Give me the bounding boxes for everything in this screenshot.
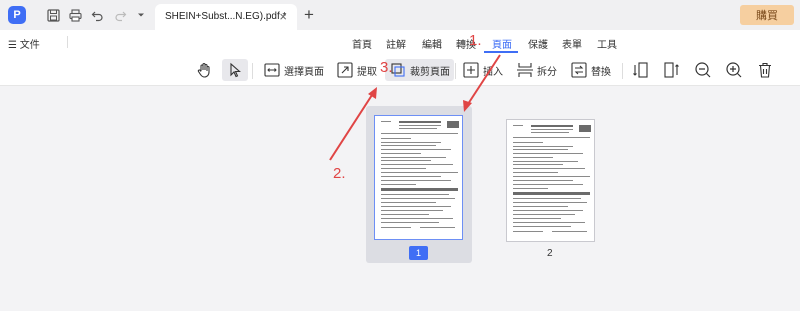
page-card-selected[interactable]: 1 <box>366 106 472 263</box>
tab-title: SHEIN+Subst...N.EG).pdf * <box>165 11 287 22</box>
menu-bar: ☰ 文件 首頁 註解 編輯 轉換 頁面 保護 表單 工具 <box>0 30 800 54</box>
crop-page-label: 裁剪頁面 <box>410 66 450 78</box>
page-card[interactable] <box>506 119 595 243</box>
menu-form[interactable]: 表單 <box>562 36 582 51</box>
hand-icon <box>197 62 210 78</box>
buy-button[interactable]: 購買 <box>740 5 794 25</box>
split-label: 拆分 <box>537 66 557 78</box>
annotation-step-3: 3. <box>380 59 393 76</box>
zoom-in-icon <box>726 62 742 78</box>
cursor-icon <box>230 62 241 78</box>
annotation-step-1: 1. <box>469 32 482 49</box>
page-toolbar: 選擇頁面 提取 裁剪頁面 插入 拆分 替換 <box>0 54 800 86</box>
page-number: 2 <box>547 248 553 259</box>
divider <box>67 36 68 48</box>
select-page-button[interactable]: 選擇頁面 <box>263 59 324 81</box>
select-page-icon <box>264 63 280 77</box>
menu-page[interactable]: 頁面 <box>492 36 512 51</box>
rotate-left-icon <box>633 62 648 78</box>
rotate-right-icon <box>664 62 679 78</box>
rotate-left-button[interactable] <box>632 59 650 81</box>
app-logo: P <box>8 6 26 24</box>
file-menu[interactable]: ☰ 文件 <box>8 36 40 51</box>
redo-icon[interactable] <box>113 8 127 22</box>
undo-icon[interactable] <box>90 8 104 22</box>
split-button[interactable]: 拆分 <box>516 59 557 81</box>
print-icon[interactable] <box>68 8 82 22</box>
page-thumbnail[interactable] <box>506 119 595 242</box>
menu-edit[interactable]: 編輯 <box>422 36 442 51</box>
divider <box>622 63 623 79</box>
extract-button[interactable]: 提取 <box>336 59 377 81</box>
dropdown-icon[interactable] <box>134 8 148 22</box>
insert-label: 插入 <box>483 66 503 78</box>
divider <box>252 63 253 79</box>
menu-home[interactable]: 首頁 <box>352 36 372 51</box>
annotation-step-2: 2. <box>333 165 346 182</box>
insert-button[interactable]: 插入 <box>462 59 503 81</box>
menu-tools[interactable]: 工具 <box>597 36 617 51</box>
zoom-out-button[interactable] <box>694 59 712 81</box>
menu-protect[interactable]: 保護 <box>528 36 548 51</box>
zoom-in-button[interactable] <box>725 59 743 81</box>
select-page-label: 選擇頁面 <box>284 66 324 78</box>
crop-page-button[interactable]: 裁剪頁面 <box>385 59 454 81</box>
page-number-badge: 1 <box>409 246 428 260</box>
menu-comment[interactable]: 註解 <box>386 36 406 51</box>
select-tool-button[interactable] <box>222 59 248 81</box>
hand-tool-button[interactable] <box>195 59 213 81</box>
replace-label: 替換 <box>591 66 611 78</box>
replace-button[interactable]: 替換 <box>570 59 611 81</box>
rotate-right-button[interactable] <box>662 59 680 81</box>
divider <box>455 63 456 79</box>
zoom-out-icon <box>695 62 711 78</box>
insert-icon <box>463 62 479 78</box>
replace-icon <box>571 62 587 78</box>
delete-page-button[interactable] <box>756 59 774 81</box>
new-tab-button[interactable]: + <box>304 5 314 25</box>
title-bar: P SHEIN+Subst...N.EG).pdf * × + 購買 <box>0 0 800 30</box>
close-icon[interactable]: × <box>279 9 287 24</box>
page-thumbnail-area: 1 2 <box>0 86 800 311</box>
active-tab-indicator <box>484 51 518 53</box>
trash-icon <box>759 62 771 78</box>
save-icon[interactable] <box>46 8 60 22</box>
document-tab[interactable]: SHEIN+Subst...N.EG).pdf * × <box>155 4 297 30</box>
split-icon <box>517 63 533 77</box>
extract-label: 提取 <box>357 66 377 78</box>
extract-icon <box>337 62 353 78</box>
page-thumbnail[interactable] <box>374 115 463 240</box>
